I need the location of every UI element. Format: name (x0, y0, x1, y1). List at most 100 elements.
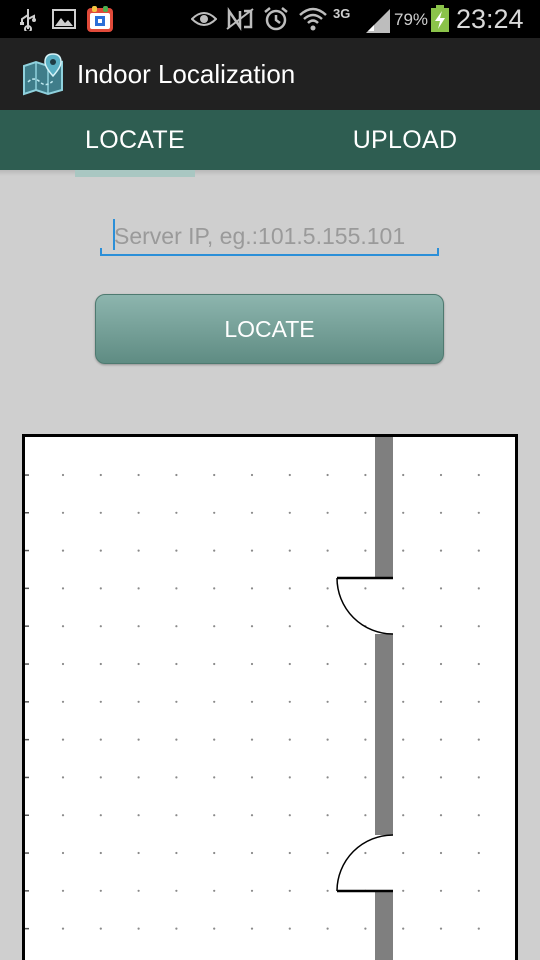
grid-dot (99, 927, 102, 930)
grid-dot (137, 662, 140, 666)
grid-dot (326, 814, 329, 817)
grid-dot (402, 662, 405, 666)
grid-edge-tick (25, 814, 29, 816)
grid-dot (137, 625, 140, 628)
grid-dot (326, 662, 329, 666)
grid-dot (213, 700, 216, 703)
grid-dot (250, 700, 254, 703)
tab-selected-indicator (75, 170, 195, 177)
grid-dot (326, 776, 329, 779)
grid-dot (439, 587, 443, 590)
grid-dot (439, 776, 443, 779)
grid-dot (477, 776, 480, 779)
grid-dot (250, 738, 254, 741)
battery-percent-label: 79% (394, 10, 429, 29)
server-ip-input[interactable] (100, 216, 438, 256)
grid-dot (326, 473, 329, 477)
grid-dot (402, 738, 405, 741)
grid-dot (364, 851, 367, 855)
grid-dot (288, 625, 291, 628)
grid-dot (288, 889, 291, 892)
grid-dot (477, 700, 480, 703)
grid-dot (213, 814, 216, 817)
grid-dot (477, 814, 480, 817)
grid-dot (364, 473, 367, 477)
map-pin-icon (20, 52, 66, 96)
grid-dot (250, 889, 254, 892)
grid-dot (213, 738, 216, 741)
clock-time: 23:24 (456, 4, 524, 34)
grid-dot (477, 889, 480, 892)
grid-dot (61, 587, 65, 590)
grid-dot (250, 473, 254, 477)
grid-dots (25, 473, 480, 930)
grid-dot (326, 549, 329, 552)
grid-dot (288, 549, 291, 552)
grid-edge-tick (25, 663, 29, 665)
network-type-label: 3G (333, 6, 351, 21)
grid-dot (402, 814, 405, 817)
grid-dot (99, 549, 102, 552)
grid-dot (175, 776, 178, 779)
grid-dot (137, 473, 140, 477)
grid-dot (99, 814, 102, 817)
grid-dot (364, 549, 367, 552)
app-notification-icon (86, 5, 114, 38)
grid-dot (61, 662, 65, 666)
grid-dot (137, 814, 140, 817)
grid-dot (99, 473, 102, 477)
grid-dot (213, 549, 216, 552)
grid-dot (402, 587, 405, 590)
floor-plan-map[interactable] (22, 434, 518, 960)
grid-dot (250, 776, 254, 779)
grid-dot (364, 587, 367, 590)
grid-dot (175, 814, 178, 817)
grid-dot (288, 776, 291, 779)
grid-dot (326, 889, 329, 892)
grid-dot (137, 738, 140, 741)
grid-edge-tick (25, 625, 29, 627)
grid-dot (250, 814, 254, 817)
grid-dot (288, 814, 291, 817)
grid-dot (477, 587, 480, 590)
text-cursor (113, 219, 115, 250)
tab-upload[interactable]: UPLOAD (270, 110, 540, 170)
wall-segment (375, 634, 393, 835)
nfc-icon (226, 6, 254, 36)
grid-dot (137, 549, 140, 552)
grid-dot (477, 511, 480, 514)
grid-dot (477, 738, 480, 741)
grid-dot (288, 700, 291, 703)
grid-dot (61, 776, 65, 779)
grid-edge-tick (25, 587, 29, 590)
floor-plan-canvas (25, 437, 480, 960)
grid-dot (99, 587, 102, 590)
grid-dot (99, 662, 102, 666)
grid-dot (213, 776, 216, 779)
grid-dot (213, 625, 216, 628)
grid-edge-tick (25, 852, 29, 854)
grid-dot (439, 511, 443, 514)
grid-dot (402, 851, 405, 855)
grid-dot (175, 889, 178, 892)
grid-dot (439, 889, 443, 892)
grid-edge-tick (25, 549, 29, 552)
locate-button[interactable]: LOCATE (95, 294, 444, 364)
grid-dot (364, 738, 367, 741)
grid-dot (137, 587, 140, 590)
wifi-icon (298, 6, 328, 37)
grid-dot (364, 776, 367, 779)
grid-dot (326, 587, 329, 590)
grid-dot (137, 927, 140, 930)
grid-dot (439, 814, 443, 817)
tab-locate[interactable]: LOCATE (0, 110, 270, 170)
grid-dot (477, 549, 480, 552)
grid-dot (288, 738, 291, 741)
grid-dot (402, 473, 405, 477)
input-underline-right-tick (437, 248, 439, 256)
grid-dot (402, 927, 405, 930)
grid-dot (402, 549, 405, 552)
input-underline (100, 254, 439, 256)
grid-dot (175, 851, 178, 855)
grid-dot (364, 927, 367, 930)
